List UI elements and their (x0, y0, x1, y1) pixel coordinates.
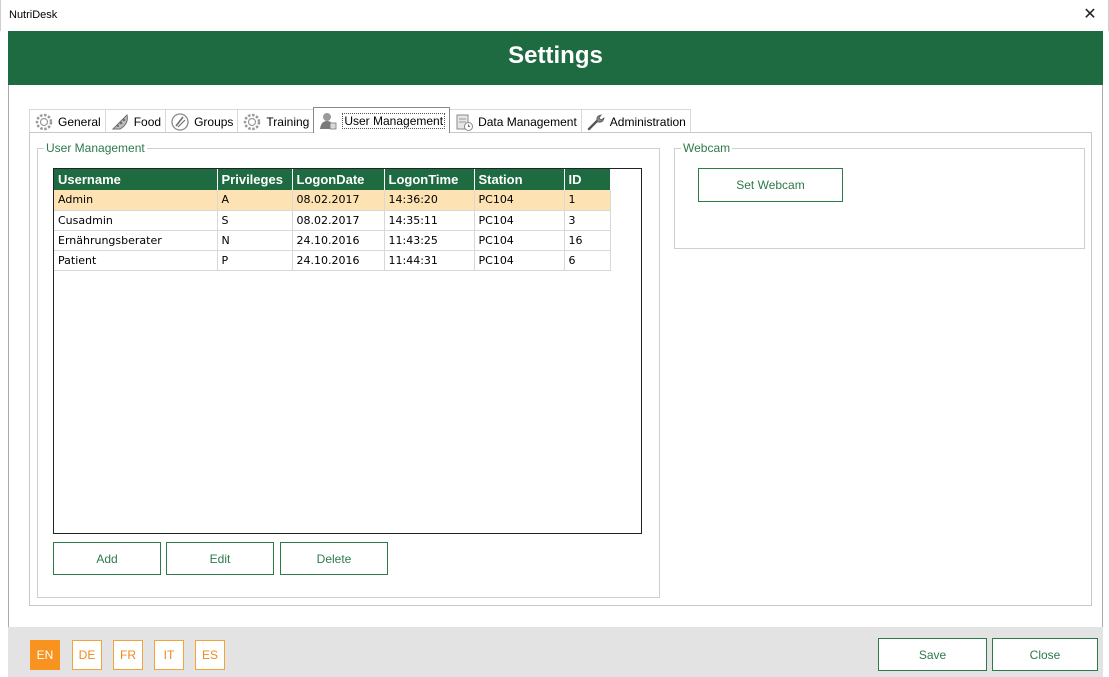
cell-privileges: N (217, 230, 293, 251)
cell-logon-date: 24.10.2016 (292, 250, 385, 271)
database-icon (454, 112, 474, 132)
cell-privileges: A (217, 190, 293, 211)
pizza-icon (110, 112, 130, 132)
page-title: Settings (508, 42, 603, 69)
cell-station: PC104 (474, 210, 565, 231)
cell-logon-time: 14:36:20 (384, 190, 475, 211)
users-grid[interactable]: Username Privileges LogonDate LogonTime … (53, 168, 642, 534)
window-title: NutriDesk (9, 9, 58, 21)
cell-username: Ernährungsberater (54, 230, 218, 251)
set-webcam-button[interactable]: Set Webcam (698, 168, 843, 202)
table-row[interactable]: Ernährungsberater N 24.10.2016 11:43:25 … (54, 230, 611, 251)
window-close-button[interactable]: ✕ (1078, 4, 1102, 26)
delete-user-button[interactable]: Delete (280, 542, 388, 575)
header-banner: Settings (8, 31, 1103, 85)
language-it-button[interactable]: IT (154, 640, 184, 670)
language-fr-button[interactable]: FR (113, 640, 143, 670)
table-row[interactable]: Admin A 08.02.2017 14:36:20 PC104 1 (54, 190, 611, 211)
cell-privileges: P (217, 250, 293, 271)
language-de-button[interactable]: DE (72, 640, 102, 670)
table-row[interactable]: Patient P 24.10.2016 11:44:31 PC104 6 (54, 250, 611, 271)
column-header-privileges[interactable]: Privileges (217, 169, 293, 190)
tab-training-label: Training (266, 114, 310, 129)
cell-station: PC104 (474, 230, 565, 251)
gear-icon (242, 112, 262, 132)
language-es-button[interactable]: ES (195, 640, 225, 670)
column-header-id[interactable]: ID (564, 169, 611, 190)
cell-username: Cusadmin (54, 210, 218, 231)
cell-logon-time: 11:43:25 (384, 230, 475, 251)
user-icon (318, 111, 338, 131)
users-table: Username Privileges LogonDate LogonTime … (54, 169, 611, 271)
cell-id: 16 (564, 230, 611, 251)
gear-icon (34, 112, 54, 132)
cell-id: 1 (564, 190, 611, 211)
user-management-group-title: User Management (44, 141, 147, 155)
tab-administration-label: Administration (609, 114, 686, 129)
tab-food[interactable]: Food (104, 109, 167, 133)
tab-general[interactable]: General (29, 109, 106, 133)
tab-data-management[interactable]: Data Management (449, 109, 582, 133)
window-titlebar: NutriDesk ✕ (0, 0, 1109, 31)
cell-id: 3 (564, 210, 611, 231)
edit-user-button[interactable]: Edit (166, 542, 274, 575)
table-row[interactable]: Cusadmin S 08.02.2017 14:35:11 PC104 3 (54, 210, 611, 231)
column-header-station[interactable]: Station (474, 169, 565, 190)
cell-station: PC104 (474, 250, 565, 271)
users-table-header: Username Privileges LogonDate LogonTime … (54, 169, 611, 190)
cell-logon-date: 08.02.2017 (292, 210, 385, 231)
fork-knife-icon (170, 112, 190, 132)
settings-tabs: General Food Groups Training User Manage… (29, 107, 691, 133)
column-header-logontime[interactable]: LogonTime (384, 169, 475, 190)
cell-id: 6 (564, 250, 611, 271)
cell-privileges: S (217, 210, 293, 231)
cell-logon-date: 08.02.2017 (292, 190, 385, 211)
add-user-button[interactable]: Add (53, 542, 161, 575)
tab-user-management-label: User Management (342, 112, 446, 129)
webcam-group-title: Webcam (681, 141, 733, 155)
wrench-icon (586, 112, 606, 132)
column-header-logondate[interactable]: LogonDate (292, 169, 385, 190)
cell-username: Admin (54, 190, 218, 211)
tab-groups[interactable]: Groups (165, 109, 239, 133)
close-button[interactable]: Close (992, 638, 1098, 671)
tab-groups-label: Groups (194, 114, 234, 129)
tab-user-management[interactable]: User Management (313, 107, 451, 133)
cell-logon-date: 24.10.2016 (292, 230, 385, 251)
tab-administration[interactable]: Administration (580, 109, 691, 133)
language-en-button[interactable]: EN (30, 640, 60, 670)
tab-food-label: Food (133, 114, 162, 129)
cell-logon-time: 11:44:31 (384, 250, 475, 271)
cell-username: Patient (54, 250, 218, 271)
tab-training[interactable]: Training (237, 109, 315, 133)
column-header-username[interactable]: Username (54, 169, 218, 190)
tab-general-label: General (58, 114, 101, 129)
save-button[interactable]: Save (878, 638, 987, 671)
tab-data-management-label: Data Management (478, 114, 577, 129)
cell-logon-time: 14:35:11 (384, 210, 475, 231)
cell-station: PC104 (474, 190, 565, 211)
